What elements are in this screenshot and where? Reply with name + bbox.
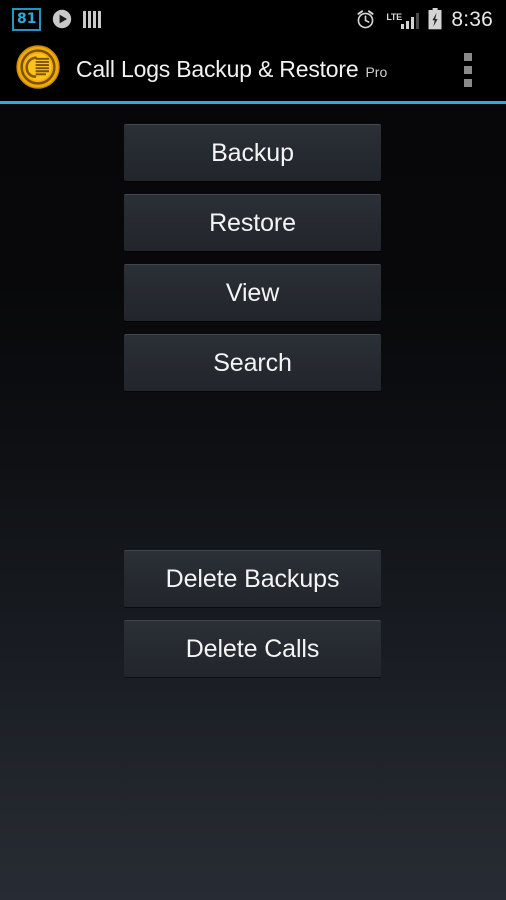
overflow-dot-1 bbox=[464, 52, 472, 61]
view-button[interactable]: View bbox=[124, 264, 381, 321]
delete-backups-button[interactable]: Delete Backups bbox=[124, 550, 381, 607]
primary-action-group: Backup Restore View Search bbox=[124, 124, 381, 391]
status-bar-left-icons: 81 bbox=[0, 7, 102, 31]
equalizer-bars-icon bbox=[83, 10, 102, 28]
status-bar-clock: 8:36 bbox=[451, 7, 493, 31]
notification-count-badge: 81 bbox=[12, 7, 42, 31]
delete-calls-button[interactable]: Delete Calls bbox=[124, 620, 381, 677]
lte-signal-icon: LTE bbox=[385, 9, 420, 29]
backup-button[interactable]: Backup bbox=[124, 124, 381, 181]
accent-divider bbox=[0, 101, 506, 104]
overflow-menu-icon[interactable] bbox=[446, 38, 490, 101]
status-bar: 81 LTE 8:36 bbox=[0, 0, 506, 38]
status-bar-right-icons: LTE 8:36 bbox=[355, 8, 506, 30]
overflow-dot-3 bbox=[464, 78, 472, 87]
call-logs-app-icon bbox=[16, 45, 60, 94]
overflow-dot-2 bbox=[464, 65, 472, 74]
play-icon bbox=[52, 9, 72, 29]
signal-strength-bars bbox=[400, 13, 420, 29]
phone-screen: 81 LTE 8:36 Call Logs Backup & Restore P… bbox=[0, 0, 506, 900]
alarm-clock-icon bbox=[355, 9, 376, 30]
main-content: Backup Restore View Search Delete Backup… bbox=[0, 104, 506, 900]
app-title-edition-label: Pro bbox=[365, 64, 388, 80]
app-title: Call Logs Backup & Restore bbox=[76, 56, 359, 82]
danger-action-group: Delete Backups Delete Calls bbox=[124, 550, 381, 677]
app-bar: Call Logs Backup & Restore Pro bbox=[0, 38, 506, 101]
restore-button[interactable]: Restore bbox=[124, 194, 381, 251]
battery-charging-icon bbox=[428, 8, 442, 30]
lte-label: LTE bbox=[386, 12, 402, 22]
app-title-group: Call Logs Backup & Restore Pro bbox=[76, 58, 446, 81]
search-button[interactable]: Search bbox=[124, 334, 381, 391]
